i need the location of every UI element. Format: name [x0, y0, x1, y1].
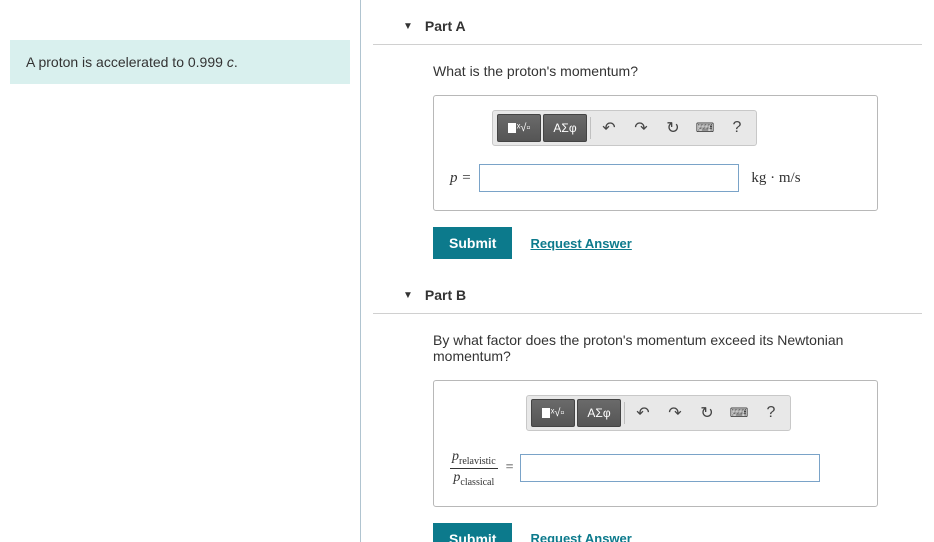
part-b-actions: Submit Request Answer — [433, 523, 922, 542]
part-b-toolbar: ˣ√▫ ΑΣφ ↶ ↷ ↻ ⌨ ? — [526, 395, 791, 431]
greek-button[interactable]: ΑΣφ — [577, 399, 621, 427]
question-var: c — [227, 54, 234, 70]
collapse-icon: ▼ — [403, 21, 413, 32]
part-a-answer-box: ˣ√▫ ΑΣφ ↶ ↷ ↻ ⌨ ? p = kg · m/s — [433, 95, 878, 211]
part-b-answer-input[interactable] — [520, 454, 820, 482]
reset-button[interactable]: ↻ — [658, 114, 688, 142]
submit-button[interactable]: Submit — [433, 227, 512, 259]
keyboard-icon: ⌨ — [696, 120, 715, 136]
redo-icon: ↷ — [634, 118, 647, 138]
part-b-header[interactable]: ▼ Part B — [373, 279, 922, 314]
part-b-body: By what factor does the proton's momentu… — [373, 314, 922, 542]
part-a-body: What is the proton's momentum? ˣ√▫ ΑΣφ ↶… — [373, 45, 922, 259]
keyboard-icon: ⌨ — [730, 405, 749, 421]
help-button[interactable]: ? — [722, 114, 752, 142]
undo-button[interactable]: ↶ — [594, 114, 624, 142]
part-a-prompt: What is the proton's momentum? — [433, 63, 922, 79]
part-a-actions: Submit Request Answer — [433, 227, 922, 259]
units-label: kg · m/s — [751, 170, 800, 187]
part-a-title: Part A — [425, 18, 466, 34]
question-text-prefix: A proton is accelerated to 0.999 — [26, 54, 227, 70]
part-a-header[interactable]: ▼ Part A — [373, 10, 922, 45]
part-b-prompt: By what factor does the proton's momentu… — [433, 332, 922, 364]
redo-icon: ↷ — [668, 403, 681, 423]
right-panel: ▼ Part A What is the proton's momentum? … — [361, 0, 934, 542]
part-a-input-row: p = kg · m/s — [450, 164, 861, 192]
help-icon: ? — [767, 404, 776, 422]
question-text-suffix: . — [234, 54, 238, 70]
part-a-answer-input[interactable] — [479, 164, 739, 192]
part-b-answer-box: ˣ√▫ ΑΣφ ↶ ↷ ↻ ⌨ ? prelavistic pclassical — [433, 380, 878, 507]
help-icon: ? — [733, 119, 742, 137]
fraction-label: prelavistic pclassical — [450, 449, 498, 488]
keyboard-button[interactable]: ⌨ — [724, 399, 754, 427]
undo-icon: ↶ — [636, 403, 649, 423]
request-answer-link[interactable]: Request Answer — [530, 236, 631, 251]
reset-icon: ↻ — [700, 403, 713, 423]
toolbar-separator — [624, 402, 625, 424]
question-box: A proton is accelerated to 0.999 c. — [10, 40, 350, 84]
part-a-section: ▼ Part A What is the proton's momentum? … — [373, 10, 922, 259]
reset-button[interactable]: ↻ — [692, 399, 722, 427]
undo-button[interactable]: ↶ — [628, 399, 658, 427]
request-answer-link[interactable]: Request Answer — [530, 531, 631, 542]
part-a-toolbar: ˣ√▫ ΑΣφ ↶ ↷ ↻ ⌨ ? — [492, 110, 757, 146]
part-b-title: Part B — [425, 287, 466, 303]
undo-icon: ↶ — [602, 118, 615, 138]
redo-button[interactable]: ↷ — [626, 114, 656, 142]
template-button[interactable]: ˣ√▫ — [497, 114, 541, 142]
toolbar-separator — [590, 117, 591, 139]
variable-label: p = — [450, 170, 471, 187]
greek-button[interactable]: ΑΣφ — [543, 114, 587, 142]
keyboard-button[interactable]: ⌨ — [690, 114, 720, 142]
help-button[interactable]: ? — [756, 399, 786, 427]
part-b-input-row: prelavistic pclassical = — [450, 449, 861, 488]
equals-sign: = — [506, 460, 514, 476]
collapse-icon: ▼ — [403, 290, 413, 301]
template-button[interactable]: ˣ√▫ — [531, 399, 575, 427]
submit-button[interactable]: Submit — [433, 523, 512, 542]
left-panel: A proton is accelerated to 0.999 c. — [0, 0, 360, 542]
part-b-section: ▼ Part B By what factor does the proton'… — [373, 279, 922, 542]
reset-icon: ↻ — [666, 118, 679, 138]
redo-button[interactable]: ↷ — [660, 399, 690, 427]
